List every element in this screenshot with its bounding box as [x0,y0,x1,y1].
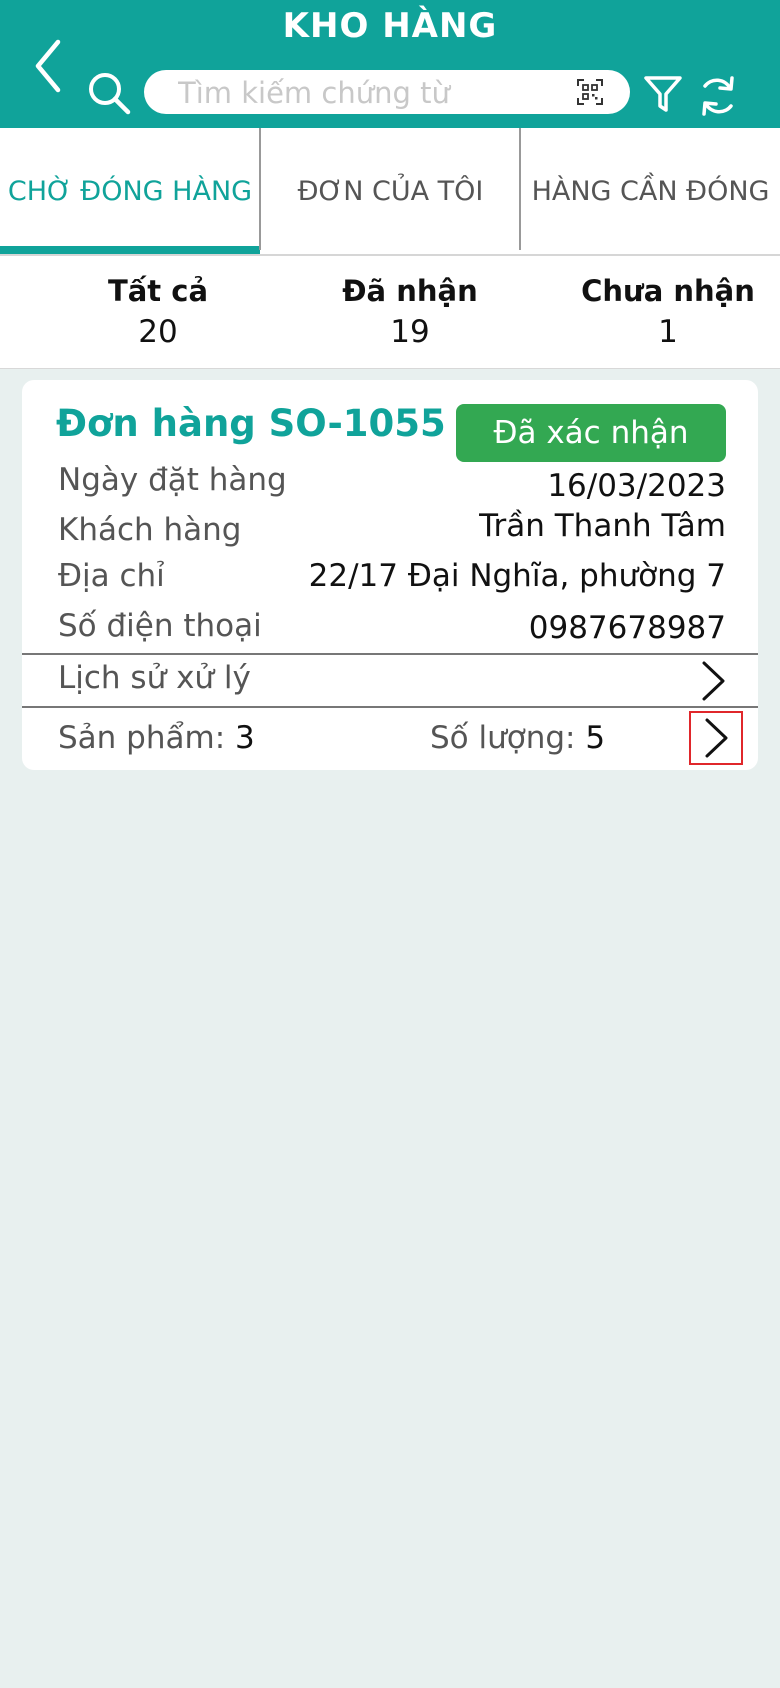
stat-received[interactable]: Đã nhận 19 [300,274,520,350]
products-count: Sản phẩm: 3 [58,720,255,756]
order-date-value: 16/03/2023 [547,468,726,504]
search-input[interactable] [176,70,560,116]
phone-label: Số điện thoại [58,608,262,644]
stat-value: 1 [658,314,678,350]
address-value: 22/17 Đại Nghĩa, phường 7 [308,558,726,594]
highlight-box [689,711,743,765]
customer-value: Trần Thanh Tâm [479,508,726,544]
products-value: 3 [235,720,255,756]
status-badge: Đã xác nhận [456,404,726,462]
back-arrow-icon[interactable] [28,36,76,96]
page-title: KHO HÀNG [282,6,498,46]
search-bar [144,70,630,116]
qr-scan-icon[interactable] [576,78,604,106]
processing-history-link[interactable]: Lịch sử xử lý [58,660,251,696]
phone-value: 0987678987 [528,610,726,646]
refresh-icon[interactable] [696,72,740,120]
tab-hang-can-dong[interactable]: HÀNG CẦN ĐÓNG [521,128,780,254]
quantity-label: Số lượng: [430,720,576,756]
tab-don-cua-toi[interactable]: ĐƠN CỦA TÔI [261,128,520,254]
address-label: Địa chỉ [58,558,165,594]
app-header: KHO HÀNG [0,0,780,128]
search-icon[interactable] [86,70,132,116]
quantity-value: 5 [585,720,606,756]
stat-not-received[interactable]: Chưa nhận 1 [558,274,778,350]
stat-label: Chưa nhận [581,274,755,308]
divider [22,706,758,708]
products-label: Sản phẩm: [58,720,226,756]
chevron-right-icon[interactable] [698,660,728,702]
stat-label: Đã nhận [342,274,478,308]
tab-bar: CHỜ ĐÓNG HÀNG ĐƠN CỦA TÔI HÀNG CẦN ĐÓNG [0,128,780,256]
status-summary: Tất cả 20 Đã nhận 19 Chưa nhận 1 [0,256,780,369]
filter-icon[interactable] [642,72,684,116]
tab-cho-dong-hang[interactable]: CHỜ ĐÓNG HÀNG [0,128,260,254]
stat-label: Tất cả [107,274,209,308]
order-title: Đơn hàng SO-1055 [56,402,446,445]
order-card[interactable]: Đơn hàng SO-1055 Đã xác nhận Ngày đặt hà… [22,380,758,770]
divider [22,653,758,655]
stat-value: 20 [138,314,178,350]
customer-label: Khách hàng [58,512,242,548]
quantity-count: Số lượng: 5 [430,720,605,756]
stat-all[interactable]: Tất cả 20 [48,274,268,350]
order-date-label: Ngày đặt hàng [58,462,287,498]
stat-value: 19 [390,314,430,350]
active-tab-indicator [0,246,260,254]
